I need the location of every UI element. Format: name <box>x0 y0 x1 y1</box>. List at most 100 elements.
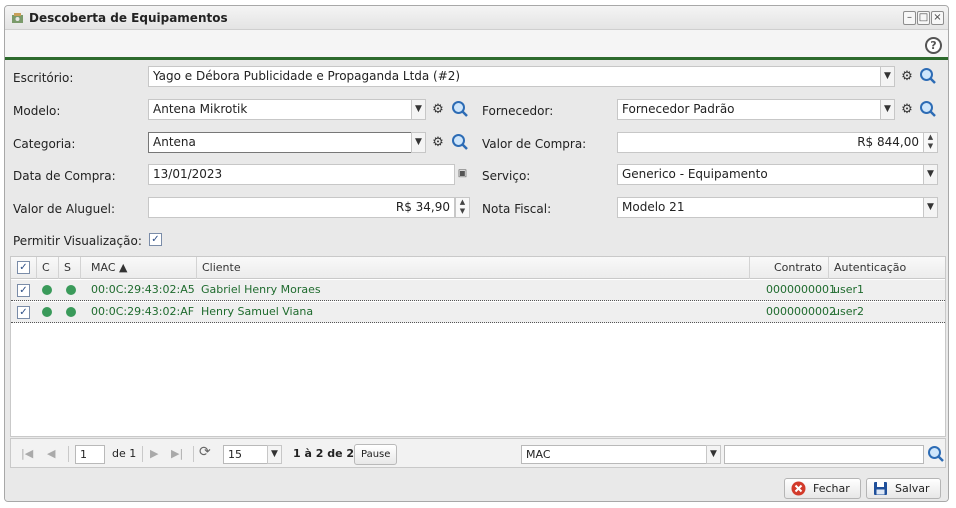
close-button[interactable]: Fechar <box>784 478 861 499</box>
escritorio-label: Escritório: <box>13 71 74 85</box>
column-header-cliente[interactable]: Cliente <box>197 257 750 279</box>
close-icon[interactable]: × <box>931 11 944 25</box>
next-page-icon[interactable]: ▶ <box>150 447 158 460</box>
pager-separator <box>193 446 194 462</box>
cell-cliente: Henry Samuel Viana <box>201 305 314 318</box>
valor-compra-input[interactable]: R$ 844,00 <box>617 132 924 153</box>
close-button-label: Fechar <box>813 482 850 495</box>
status-s-indicator <box>66 285 76 295</box>
grid-search-input[interactable] <box>724 445 924 464</box>
chevron-down-icon[interactable]: ▼ <box>411 99 426 120</box>
servico-select[interactable]: Generico - Equipamento <box>617 164 924 185</box>
page-number-input[interactable]: 1 <box>75 445 105 464</box>
nota-fiscal-select[interactable]: Modelo 21 <box>617 197 924 218</box>
modelo-label: Modelo: <box>13 104 61 118</box>
chevron-down-icon[interactable]: ▼ <box>706 445 721 464</box>
chevron-up-icon[interactable]: ▲ <box>924 133 937 142</box>
equipment-discovery-window: Descoberta de Equipamentos – □ × ? Escri… <box>4 5 949 502</box>
minimize-icon[interactable]: – <box>903 11 916 25</box>
save-button-label: Salvar <box>895 482 930 495</box>
chevron-down-icon[interactable]: ▼ <box>880 66 895 87</box>
page-size-select[interactable]: 15 <box>223 445 268 464</box>
column-header-c[interactable]: C <box>37 257 59 279</box>
chevron-down-icon[interactable]: ▼ <box>267 445 282 464</box>
column-header-contrato[interactable]: Contrato <box>750 257 829 279</box>
chevron-down-icon[interactable]: ▼ <box>456 207 469 216</box>
prev-page-icon[interactable]: ◀ <box>47 447 55 460</box>
permitir-visualizacao-checkbox[interactable]: ✓ <box>149 233 162 246</box>
cell-mac: 00:0C:29:43:02:AF <box>91 305 195 318</box>
toolbar: ? <box>5 30 948 60</box>
pagination-bar: |◀ ◀ 1 de 1 ▶ ▶| ⟳ 15 ▼ 1 à 2 de 2 Pause… <box>10 438 946 468</box>
search-icon[interactable] <box>927 445 945 463</box>
table-row[interactable]: ✓ 00:0C:29:43:02:AF Henry Samuel Viana 0… <box>11 302 945 323</box>
gear-icon[interactable]: ⚙ <box>429 101 447 119</box>
pause-button[interactable]: Pause <box>354 444 398 465</box>
search-icon[interactable] <box>919 67 937 85</box>
servico-label: Serviço: <box>482 169 531 183</box>
cell-contrato: 0000000002 <box>766 305 836 318</box>
chevron-up-icon[interactable]: ▲ <box>456 198 469 207</box>
row-checkbox[interactable]: ✓ <box>17 284 30 297</box>
title-bar[interactable]: Descoberta de Equipamentos – □ × <box>5 6 948 30</box>
first-page-icon[interactable]: |◀ <box>21 447 33 460</box>
column-header-mac[interactable]: MAC ▲ <box>86 257 197 279</box>
records-summary: 1 à 2 de 2 <box>293 447 355 460</box>
categoria-select[interactable]: Antena <box>148 132 412 153</box>
valor-aluguel-label: Valor de Aluguel: <box>13 202 115 216</box>
valor-compra-label: Valor de Compra: <box>482 137 587 151</box>
search-field-select[interactable]: MAC <box>521 445 707 464</box>
window-app-icon <box>12 13 23 23</box>
save-button[interactable]: Salvar <box>866 478 941 499</box>
search-icon[interactable] <box>451 100 469 118</box>
row-checkbox[interactable]: ✓ <box>17 306 30 319</box>
cell-contrato: 0000000001 <box>766 283 836 296</box>
floppy-disk-icon <box>874 482 887 495</box>
fornecedor-select[interactable]: Fornecedor Padrão <box>617 99 881 120</box>
nota-fiscal-label: Nota Fiscal: <box>482 202 552 216</box>
gear-icon[interactable]: ⚙ <box>429 134 447 152</box>
page-count-label: de 1 <box>112 447 137 460</box>
modelo-select[interactable]: Antena Mikrotik <box>148 99 412 120</box>
valor-aluguel-stepper[interactable]: ▲ ▼ <box>455 197 470 218</box>
permitir-visualizacao-label: Permitir Visualização: <box>13 234 142 248</box>
status-c-indicator <box>42 307 52 317</box>
gear-icon[interactable]: ⚙ <box>898 101 916 119</box>
search-icon[interactable] <box>451 133 469 151</box>
column-header-autenticacao[interactable]: Autenticação Usuário <box>829 257 947 295</box>
select-all-header: ✓ <box>11 257 37 279</box>
chevron-down-icon[interactable]: ▼ <box>923 164 938 185</box>
cell-autenticacao: user2 <box>833 305 864 318</box>
cell-autenticacao: user1 <box>833 283 864 296</box>
close-circle-icon <box>791 481 806 496</box>
table-row[interactable]: ✓ 00:0C:29:43:02:A5 Gabriel Henry Moraes… <box>11 280 945 301</box>
escritorio-select[interactable]: Yago e Débora Publicidade e Propaganda L… <box>148 66 881 87</box>
status-s-indicator <box>66 307 76 317</box>
select-all-checkbox[interactable]: ✓ <box>17 261 30 274</box>
cell-mac: 00:0C:29:43:02:A5 <box>91 283 195 296</box>
fornecedor-label: Fornecedor: <box>482 104 554 118</box>
window-title: Descoberta de Equipamentos <box>29 11 228 25</box>
data-compra-label: Data de Compra: <box>13 169 116 183</box>
valor-compra-stepper[interactable]: ▲ ▼ <box>923 132 938 153</box>
chevron-down-icon[interactable]: ▼ <box>923 197 938 218</box>
chevron-down-icon[interactable]: ▼ <box>411 132 426 153</box>
search-icon[interactable] <box>919 100 937 118</box>
calendar-icon[interactable]: ▣ <box>455 164 470 185</box>
column-header-s[interactable]: S <box>59 257 81 279</box>
help-icon[interactable]: ? <box>925 37 942 54</box>
valor-aluguel-input[interactable]: R$ 34,90 <box>148 197 455 218</box>
window-controls: – □ × <box>903 11 944 25</box>
grid-header: ✓ C S MAC ▲ Cliente Contrato Autenticaçã… <box>11 257 947 295</box>
status-c-indicator <box>42 285 52 295</box>
categoria-label: Categoria: <box>13 137 76 151</box>
pager-separator <box>68 446 69 462</box>
data-compra-input[interactable]: 13/01/2023 <box>148 164 455 185</box>
gear-icon[interactable]: ⚙ <box>898 68 916 86</box>
chevron-down-icon[interactable]: ▼ <box>924 142 937 151</box>
last-page-icon[interactable]: ▶| <box>171 447 183 460</box>
chevron-down-icon[interactable]: ▼ <box>880 99 895 120</box>
refresh-icon[interactable]: ⟳ <box>199 444 211 460</box>
maximize-icon[interactable]: □ <box>917 11 930 25</box>
pager-separator <box>142 446 143 462</box>
